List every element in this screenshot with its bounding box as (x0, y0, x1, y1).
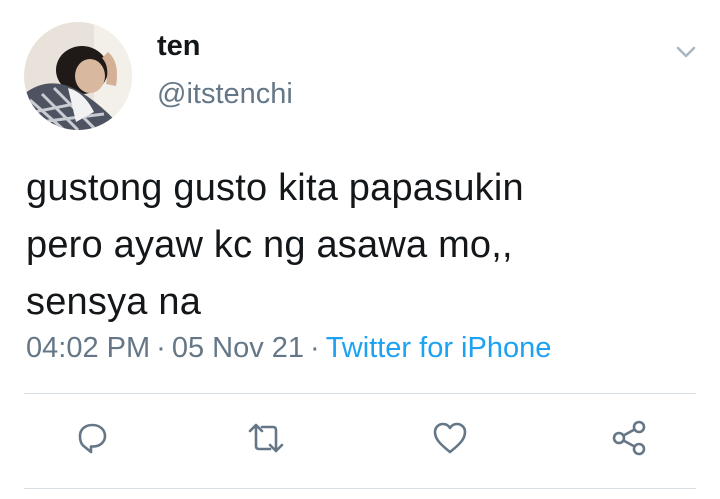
share-icon (612, 420, 646, 456)
heart-icon (433, 422, 467, 454)
avatar[interactable] (24, 22, 132, 130)
share-button[interactable] (609, 418, 649, 458)
reply-button[interactable] (72, 418, 112, 458)
divider (24, 488, 696, 489)
display-name[interactable]: ten (157, 30, 201, 63)
tweet-meta: 04:02 PM · 05 Nov 21 · Twitter for iPhone (26, 332, 551, 365)
user-handle[interactable]: @itstenchi (157, 78, 293, 111)
retweet-icon (248, 423, 284, 453)
tweet-text: gustong gusto kita papasukin pero ayaw k… (26, 167, 524, 323)
divider (24, 393, 696, 394)
tweet-date[interactable]: 05 Nov 21 (172, 332, 304, 364)
tweet-card: ten @itstenchi gustong gusto kita papasu… (0, 0, 720, 499)
retweet-button[interactable] (246, 418, 286, 458)
reply-icon (78, 423, 107, 454)
chevron-down-icon[interactable] (672, 38, 700, 66)
meta-separator: · (310, 332, 320, 364)
tweet-time[interactable]: 04:02 PM (26, 332, 150, 364)
like-button[interactable] (430, 418, 470, 458)
tweet-source-link[interactable]: Twitter for iPhone (326, 332, 552, 364)
meta-separator: · (156, 332, 166, 364)
